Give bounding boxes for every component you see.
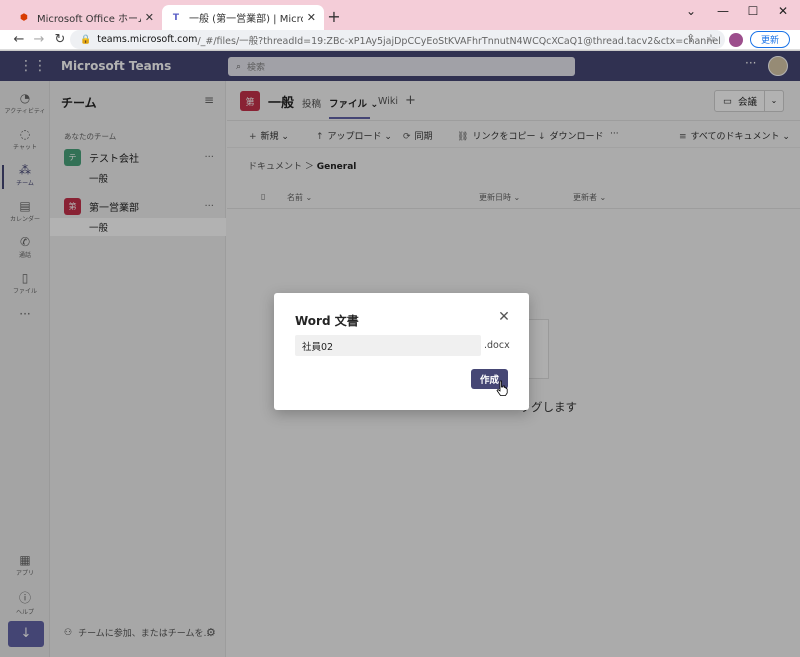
share-icon[interactable]: ⇪ (686, 32, 695, 45)
tab-title: Microsoft Office ホーム (37, 14, 141, 25)
profile-avatar[interactable] (729, 33, 743, 47)
close-icon[interactable]: ✕ (497, 310, 511, 324)
maximize-button[interactable]: ☐ (738, 2, 768, 20)
reload-icon[interactable]: ↻ (51, 31, 69, 49)
close-icon[interactable]: ✕ (145, 11, 154, 24)
new-word-document-dialog: Word 文書 ✕ .docx 作成 (274, 293, 529, 410)
update-button[interactable]: 更新 (750, 31, 790, 48)
close-icon[interactable]: ✕ (307, 11, 316, 24)
file-extension: .docx (484, 340, 510, 351)
hand-cursor-icon (496, 380, 508, 396)
browser-tab-teams[interactable]: T 一般 (第一営業部) | Microsoft Tea ✕ (162, 5, 324, 30)
dialog-title: Word 文書 (295, 314, 359, 328)
url-path: /_#/files/一般?threadId=19:ZBc-xP1Ay5jajDp… (197, 35, 721, 47)
lock-icon: 🔒 (80, 34, 92, 45)
tab-search-icon[interactable]: ⌄ (676, 2, 706, 20)
close-window-button[interactable]: ✕ (768, 2, 798, 20)
url-field[interactable]: 🔒 teams.microsoft.com/_#/files/一般?thread… (70, 30, 725, 49)
star-icon[interactable]: ☆ (706, 32, 716, 45)
office-icon: ⬢ (20, 12, 28, 23)
back-icon[interactable]: ← (10, 31, 28, 49)
forward-icon[interactable]: → (30, 31, 48, 49)
tab-title: 一般 (第一営業部) | Microsoft Tea (189, 14, 303, 25)
url-host: teams.microsoft.com (97, 34, 198, 45)
minimize-button[interactable]: — (708, 2, 738, 20)
teams-icon: T (172, 12, 180, 23)
file-name-input[interactable] (295, 335, 481, 356)
browser-tab-office[interactable]: ⬢ Microsoft Office ホーム ✕ (10, 5, 162, 30)
browser-tabstrip: ⬢ Microsoft Office ホーム ✕ T 一般 (第一営業部) | … (0, 0, 800, 30)
address-bar: ← → ↻ 🔒 teams.microsoft.com/_#/files/一般?… (0, 30, 800, 50)
new-tab-button[interactable]: + (324, 7, 344, 27)
